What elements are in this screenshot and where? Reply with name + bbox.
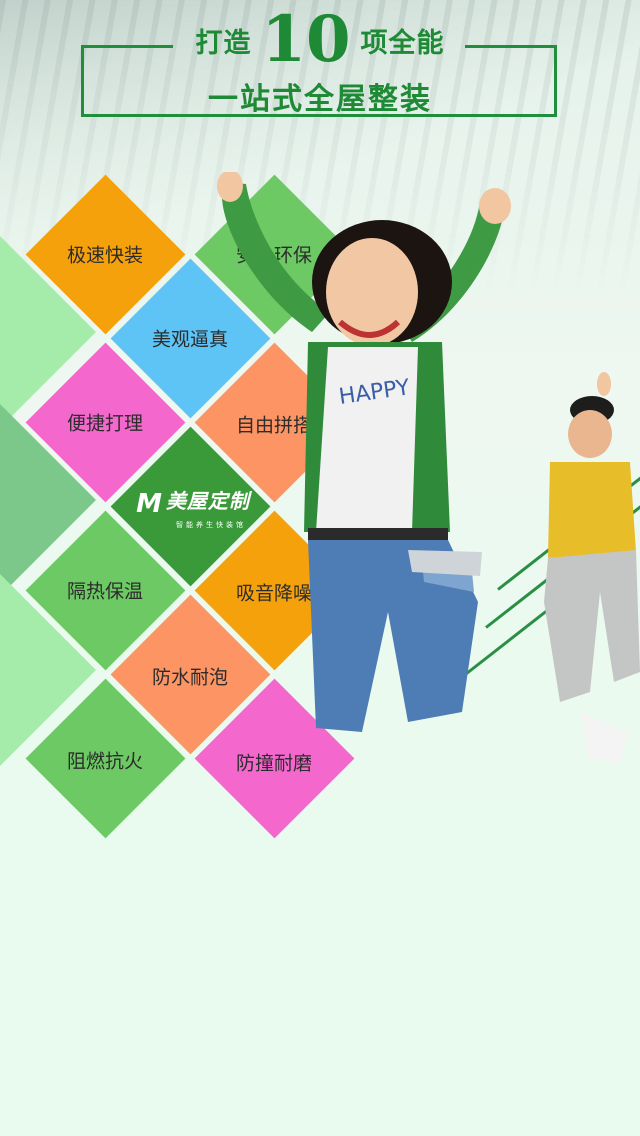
header-title-line1: 打造 10 项全能 [0,8,640,72]
feature-label: 防撞耐磨 [235,752,312,775]
header-suffix: 项全能 [360,27,445,59]
header-number: 10 [261,2,351,77]
jumping-woman-image: HAPPY [217,172,511,732]
header-prefix: 打造 [195,27,252,59]
feature-label: 隔热保温 [66,580,143,603]
feature-label: 便捷打理 [66,412,143,435]
brand-logo-mark-icon: M [136,488,162,519]
feature-label: 极速快装 [66,244,143,267]
feature-label: 阻燃抗火 [66,750,143,773]
jumping-man-image [544,372,640,764]
header-title-line2: 一站式全屋整装 [208,82,432,117]
